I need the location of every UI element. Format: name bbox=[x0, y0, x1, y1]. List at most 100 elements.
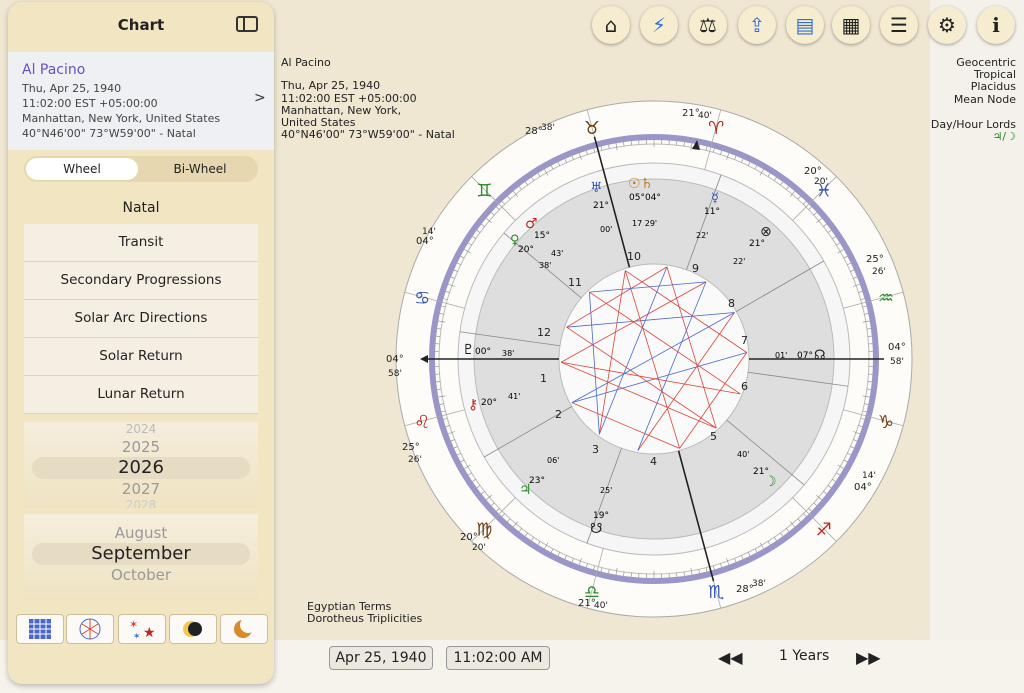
person-date: Thu, Apr 25, 1940 bbox=[22, 82, 122, 95]
svg-text:22': 22' bbox=[733, 257, 745, 266]
sign-cancer: ♋ bbox=[414, 288, 430, 309]
home-icon[interactable]: ⌂ bbox=[592, 6, 630, 44]
year-option: 2024 bbox=[125, 422, 157, 436]
sign-aries: ♈ bbox=[708, 118, 724, 139]
svg-text:21°: 21° bbox=[749, 239, 765, 249]
house-4-number: 4 bbox=[650, 455, 657, 468]
svg-text:♅: ♅ bbox=[590, 180, 603, 196]
house-7-number: 7 bbox=[741, 334, 748, 347]
svg-text:01': 01' bbox=[775, 351, 787, 360]
svg-text:⚷: ⚷ bbox=[468, 397, 478, 413]
cusp-dsc-deg: 04° bbox=[888, 342, 906, 353]
svg-text:♂: ♂ bbox=[525, 216, 538, 232]
month-selected: September bbox=[91, 543, 191, 564]
svg-text:38': 38' bbox=[539, 261, 551, 270]
aspect-circle bbox=[558, 263, 750, 455]
sidebar-toggle-icon[interactable] bbox=[236, 16, 258, 32]
cusp-dsc-min: 58' bbox=[890, 357, 904, 367]
settings-icon[interactable]: ⚙ bbox=[928, 6, 966, 44]
cusp-8-min: 26' bbox=[872, 267, 886, 277]
sign-aquarius: ♒ bbox=[878, 288, 894, 309]
svg-text:☿: ☿ bbox=[711, 191, 719, 206]
house-8-number: 8 bbox=[728, 297, 735, 310]
person-time: 11:02:00 EST +05:00:00 bbox=[22, 97, 158, 110]
time-field[interactable]: 11:02:00 AM bbox=[446, 646, 550, 670]
sign-gemini: ♊ bbox=[476, 180, 492, 201]
moon-icon[interactable] bbox=[220, 614, 268, 644]
date-field[interactable]: Apr 25, 1940 bbox=[329, 646, 433, 670]
segment-biwheel[interactable]: Bi-Wheel bbox=[144, 158, 256, 180]
scales-icon[interactable]: ⚖ bbox=[689, 6, 727, 44]
house-12-number: 12 bbox=[537, 326, 551, 339]
house-10-number: 10 bbox=[627, 250, 641, 263]
sign-leo: ♌ bbox=[414, 412, 430, 433]
svg-text:⊗: ⊗ bbox=[760, 224, 772, 240]
step-label[interactable]: 1 Years bbox=[779, 648, 829, 664]
cusp-ic-min: 40' bbox=[594, 601, 608, 611]
svg-text:06': 06' bbox=[547, 456, 559, 465]
cusp-2-deg: 25° bbox=[402, 442, 420, 453]
person-place: Manhattan, New York, United States bbox=[22, 112, 221, 125]
menu-natal[interactable]: Natal bbox=[24, 192, 258, 224]
sign-taurus: ♉ bbox=[584, 118, 600, 139]
menu-solar-return[interactable]: Solar Return bbox=[24, 338, 258, 376]
svg-text:43': 43' bbox=[551, 249, 563, 258]
segment-wheel[interactable]: Wheel bbox=[26, 158, 138, 180]
info-icon[interactable]: i bbox=[977, 6, 1015, 44]
house-9-number: 9 bbox=[692, 262, 699, 275]
year-option: 2028 bbox=[125, 498, 157, 508]
sidebar-title: Chart bbox=[117, 16, 165, 34]
cusp-12-deg: 04° bbox=[416, 236, 434, 247]
house-5-number: 5 bbox=[710, 430, 717, 443]
menu-solar-arc-directions[interactable]: Solar Arc Directions bbox=[24, 300, 258, 338]
cusp-3-deg: 20° bbox=[460, 532, 478, 543]
menu-lunar-return[interactable]: Lunar Return bbox=[24, 376, 258, 414]
aspect-pattern-icon[interactable] bbox=[66, 614, 114, 644]
house-6-number: 6 bbox=[741, 380, 748, 393]
person-card[interactable]: Al Pacino Thu, Apr 25, 1940 11:02:00 EST… bbox=[8, 52, 274, 150]
year-option: 2027 bbox=[121, 480, 161, 498]
svg-text:★: ★ bbox=[143, 625, 156, 641]
grid-icon[interactable] bbox=[16, 614, 64, 644]
menu-secondary-progressions[interactable]: Secondary Progressions bbox=[24, 262, 258, 300]
cusp-9-min: 20' bbox=[814, 177, 828, 187]
svg-text:38': 38' bbox=[502, 349, 514, 358]
document-icon[interactable]: ▤ bbox=[786, 6, 824, 44]
sidebar: Chart Al Pacino Thu, Apr 25, 1940 11:02:… bbox=[8, 2, 274, 684]
svg-text:07°: 07° bbox=[797, 351, 813, 361]
sign-capricorn: ♑ bbox=[878, 412, 894, 433]
chevron-right-icon: > bbox=[254, 90, 266, 106]
list-icon[interactable]: ☰ bbox=[880, 6, 918, 44]
svg-text:✶: ✶ bbox=[129, 618, 138, 631]
table-icon[interactable]: ▦ bbox=[832, 6, 870, 44]
cusp-8-deg: 25° bbox=[866, 254, 884, 265]
svg-text:☋: ☋ bbox=[590, 521, 602, 537]
person-coords: 40°N46'00" 73°W59'00" - Natal bbox=[22, 127, 196, 140]
sign-scorpio: ♏ bbox=[708, 582, 724, 603]
wheel-segmented-control: Wheel Bi-Wheel bbox=[24, 156, 258, 182]
svg-text:19°: 19° bbox=[593, 511, 609, 521]
cusp-5-min: 14' bbox=[862, 471, 876, 481]
cusp-asc-deg: 04° bbox=[386, 354, 404, 365]
cusp-5-deg: 04° bbox=[854, 482, 872, 493]
lightning-icon[interactable]: ⚡ bbox=[640, 6, 678, 44]
menu-transit[interactable]: Transit bbox=[24, 224, 258, 262]
month-option: August bbox=[114, 524, 168, 542]
svg-text:00': 00' bbox=[600, 225, 612, 234]
stars-icon[interactable]: ✶ ★ ✶ bbox=[118, 614, 166, 644]
share-icon[interactable]: ⇪ bbox=[738, 6, 776, 44]
svg-text:☊: ☊ bbox=[814, 348, 826, 363]
svg-text:15°: 15° bbox=[534, 231, 550, 241]
eclipse-icon[interactable] bbox=[169, 614, 217, 644]
cusp-2-min: 26' bbox=[408, 455, 422, 465]
svg-text:22': 22' bbox=[696, 231, 708, 240]
cusp-3-min: 20' bbox=[472, 543, 486, 553]
svg-text:☉♄: ☉♄ bbox=[628, 176, 653, 192]
year-picker[interactable]: 2024 2025 2026 2027 2028 bbox=[24, 422, 258, 508]
svg-text:20°: 20° bbox=[481, 398, 497, 408]
month-picker[interactable]: August September October bbox=[24, 514, 258, 600]
step-back-button[interactable]: ◀◀ bbox=[718, 648, 743, 667]
svg-text:♇: ♇ bbox=[462, 342, 475, 358]
cusp-9-deg: 20° bbox=[804, 166, 822, 177]
step-forward-button[interactable]: ▶▶ bbox=[856, 648, 881, 667]
